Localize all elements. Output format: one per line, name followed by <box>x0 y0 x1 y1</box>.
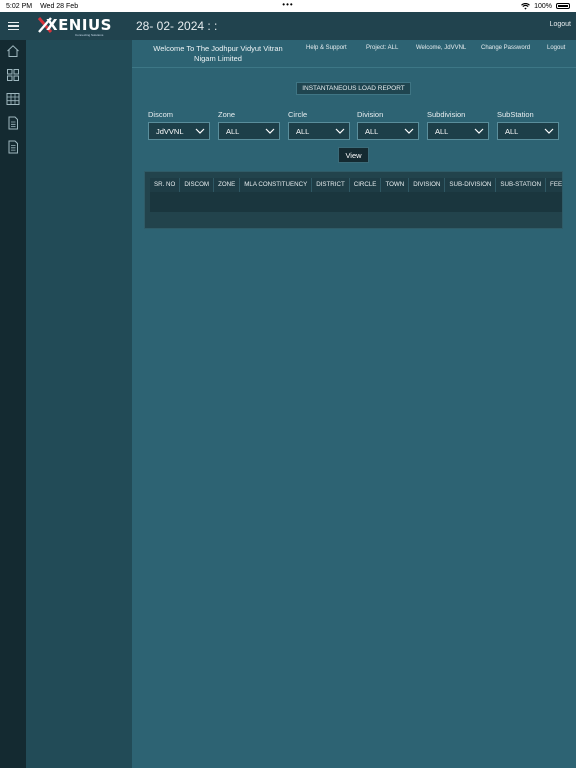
substation-label: SubStation <box>497 110 534 119</box>
discom-value: JdVVNL <box>156 126 184 136</box>
main-content: Welcome To The Jodhpur Vidyut Vitran Nig… <box>132 40 576 768</box>
col-town[interactable]: TOWN <box>381 178 410 192</box>
col-feeder[interactable]: FEE <box>546 178 562 192</box>
ios-status-bar: 5:02 PM Wed 28 Feb ••• 100% <box>0 0 576 12</box>
grid-icon[interactable] <box>6 68 20 82</box>
chevron-down-icon <box>335 128 345 134</box>
division-value: ALL <box>365 126 379 136</box>
logo-text: XENIUS <box>46 16 112 34</box>
chevron-down-icon <box>404 128 414 134</box>
col-circle[interactable]: CIRCLE <box>350 178 382 192</box>
help-support-link[interactable]: Help & Support <box>306 45 347 51</box>
current-datetime: 28- 02- 2024 : : <box>136 19 218 33</box>
col-sub-station[interactable]: SUB-STATION <box>496 178 547 192</box>
header-logout-link[interactable]: Logout <box>550 21 571 28</box>
col-zone[interactable]: ZONE <box>214 178 241 192</box>
status-time: 5:02 PM <box>6 2 33 10</box>
circle-select[interactable]: ALL <box>288 122 350 140</box>
document-icon[interactable] <box>6 116 20 130</box>
hamburger-menu-icon[interactable] <box>0 12 26 40</box>
report-table: SR. NO DISCOM ZONE MLA CONSTITUENCY DIST… <box>144 171 563 229</box>
top-header: XENIUS Connecting Solutions <box>0 12 576 40</box>
table-body[interactable]: SR. NO DISCOM ZONE MLA CONSTITUENCY DIST… <box>150 178 562 212</box>
navigation-sidebar <box>26 40 132 768</box>
col-district[interactable]: DISTRICT <box>312 178 350 192</box>
view-button[interactable]: View <box>338 147 369 163</box>
chevron-down-icon <box>544 128 554 134</box>
wifi-icon <box>521 2 530 10</box>
subdivision-label: Subdivision <box>427 110 466 119</box>
table-icon[interactable] <box>6 92 20 106</box>
sub-header: Welcome To The Jodhpur Vidyut Vitran Nig… <box>132 40 576 68</box>
user-welcome-link[interactable]: Welcome, JdVVNL <box>416 45 466 51</box>
table-header-row: SR. NO DISCOM ZONE MLA CONSTITUENCY DIST… <box>150 178 562 192</box>
chevron-down-icon <box>195 128 205 134</box>
zone-select[interactable]: ALL <box>218 122 280 140</box>
battery-icon <box>556 3 570 9</box>
project-link[interactable]: Project: ALL <box>366 45 398 51</box>
subdivision-select[interactable]: ALL <box>427 122 489 140</box>
discom-select[interactable]: JdVVNL <box>148 122 210 140</box>
zone-label: Zone <box>218 110 236 119</box>
subdivision-value: ALL <box>435 126 449 136</box>
division-select[interactable]: ALL <box>357 122 419 140</box>
table-empty-row <box>150 192 562 212</box>
subheader-logout-link[interactable]: Logout <box>547 45 565 51</box>
discom-label: Discom <box>148 110 174 119</box>
logo-tagline: Connecting Solutions <box>75 33 104 37</box>
circle-value: ALL <box>296 126 310 136</box>
division-label: Division <box>357 110 384 119</box>
col-mla-constituency[interactable]: MLA CONSTITUENCY <box>240 178 313 192</box>
change-password-link[interactable]: Change Password <box>481 45 530 51</box>
col-discom[interactable]: DISCOM <box>180 178 215 192</box>
substation-select[interactable]: ALL <box>497 122 559 140</box>
circle-label: Circle <box>288 110 308 119</box>
zone-value: ALL <box>226 126 240 136</box>
multitasking-dots[interactable]: ••• <box>282 0 293 9</box>
welcome-message: Welcome To The Jodhpur Vidyut Vitran Nig… <box>153 44 283 63</box>
substation-value: ALL <box>505 126 519 136</box>
col-sr-no[interactable]: SR. NO <box>150 178 181 192</box>
icon-rail <box>0 40 26 768</box>
home-icon[interactable] <box>6 44 20 58</box>
battery-percent: 100% <box>534 2 552 10</box>
col-sub-division[interactable]: SUB-DIVISION <box>445 178 497 192</box>
report-icon[interactable] <box>6 140 20 154</box>
col-division[interactable]: DIVISION <box>409 178 446 192</box>
status-date: Wed 28 Feb <box>40 2 79 10</box>
chevron-down-icon <box>474 128 484 134</box>
report-title: INSTANTANEOUS LOAD REPORT <box>296 82 411 95</box>
chevron-down-icon <box>265 128 275 134</box>
xenius-logo: XENIUS Connecting Solutions <box>38 16 116 38</box>
